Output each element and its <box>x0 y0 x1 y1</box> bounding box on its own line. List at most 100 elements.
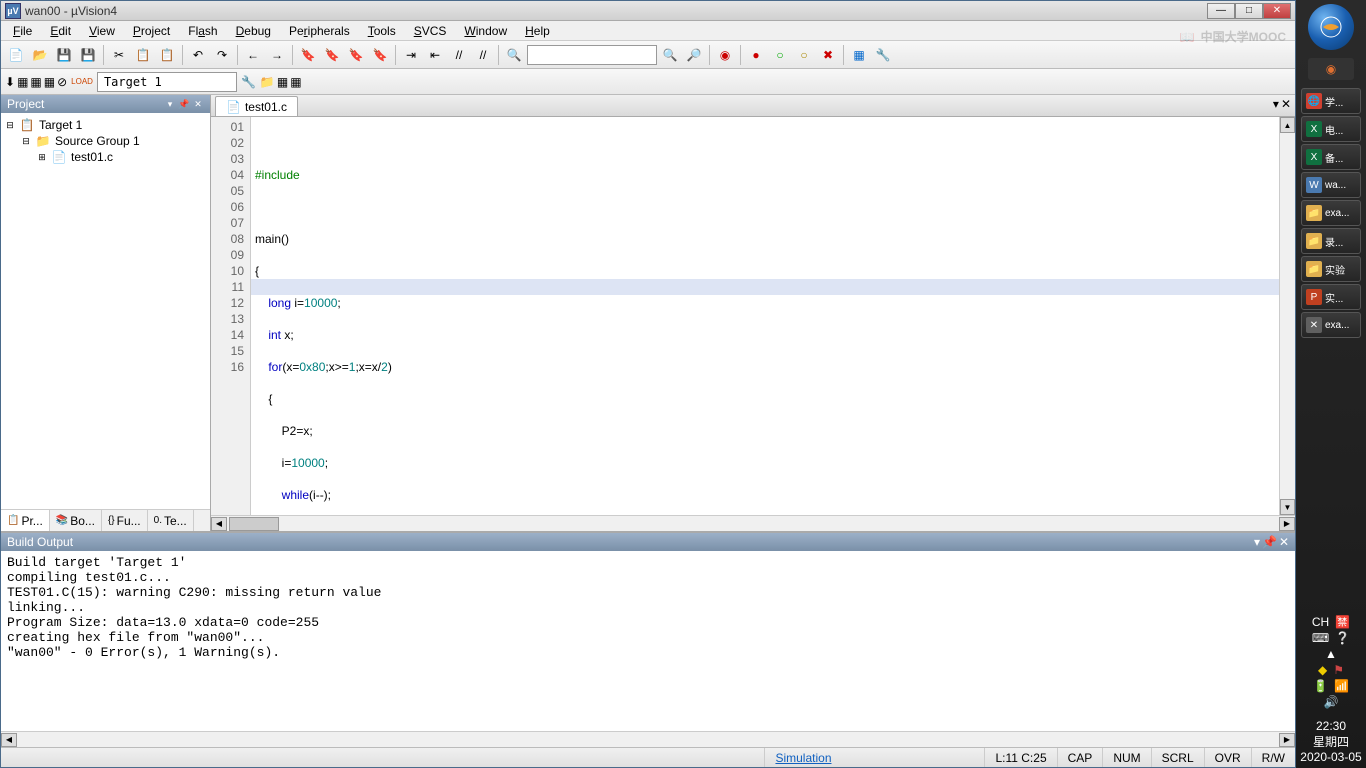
tray-volume-icon[interactable]: 🔊 <box>1324 695 1339 709</box>
menu-flash[interactable]: Flash <box>180 22 225 40</box>
tree-target[interactable]: ⊟ 📋 Target 1 <box>5 117 206 133</box>
tray-flag-icon[interactable]: ⚑ <box>1333 663 1344 677</box>
menu-window[interactable]: Window <box>456 22 515 40</box>
indent-icon[interactable]: ⇥ <box>400 44 422 66</box>
menu-help[interactable]: Help <box>517 22 558 40</box>
find-in-files-icon[interactable]: 🔍 <box>503 44 525 66</box>
target-combo[interactable]: Target 1 <box>97 72 237 92</box>
taskbar-item[interactable]: P实... <box>1301 284 1361 310</box>
project-tree[interactable]: ⊟ 📋 Target 1 ⊟ 📁 Source Group 1 ⊞ 📄 test… <box>1 113 210 509</box>
code-area[interactable]: #include main() { long i=10000; int x; f… <box>251 117 1279 515</box>
tree-file[interactable]: ⊞ 📄 test01.c <box>5 149 206 165</box>
build-close-icon[interactable]: ✕ <box>1279 535 1289 549</box>
breakpoint-kill-icon[interactable]: ✖ <box>817 44 839 66</box>
new-file-icon[interactable]: 📄 <box>5 44 27 66</box>
tray-up-icon[interactable]: ▲ <box>1325 647 1337 661</box>
open-file-icon[interactable]: 📂 <box>29 44 51 66</box>
tray-ch-label[interactable]: CH <box>1312 615 1329 629</box>
menu-peripherals[interactable]: Peripherals <box>281 22 358 40</box>
find-combo[interactable] <box>527 45 657 65</box>
taskbar-item[interactable]: X备... <box>1301 144 1361 170</box>
editor-tab-active[interactable]: 📄 test01.c <box>215 96 298 116</box>
breakpoint-enable-icon[interactable]: ○ <box>769 44 791 66</box>
title-bar[interactable]: µV wan00 - µVision4 — □ ✕ <box>1 1 1295 21</box>
tab-project[interactable]: 📋Pr... <box>1 510 50 531</box>
bookmark-prev-icon[interactable]: 🔖 <box>321 44 343 66</box>
taskbar-item[interactable]: 🌐学... <box>1301 88 1361 114</box>
tray-help-icon[interactable]: ❔ <box>1335 631 1350 645</box>
tray-action-icon[interactable]: ◆ <box>1318 663 1327 677</box>
translate-icon[interactable]: ⬇ <box>5 75 15 89</box>
options-icon[interactable]: 🔧 <box>241 75 256 89</box>
undo-icon[interactable]: ↶ <box>187 44 209 66</box>
horizontal-scrollbar[interactable]: ◀ ▶ <box>211 515 1295 531</box>
task-switcher-icon[interactable]: ◉ <box>1308 58 1354 80</box>
menu-debug[interactable]: Debug <box>228 22 279 40</box>
menu-project[interactable]: Project <box>125 22 178 40</box>
copy-icon[interactable]: 📋 <box>132 44 154 66</box>
menu-svcs[interactable]: SVCS <box>406 22 455 40</box>
comment-icon[interactable]: // <box>448 44 470 66</box>
cut-icon[interactable]: ✂ <box>108 44 130 66</box>
bookmark-clear-icon[interactable]: 🔖 <box>369 44 391 66</box>
menu-tools[interactable]: Tools <box>360 22 404 40</box>
tray-keyboard-icon[interactable]: ⌨ <box>1312 631 1329 645</box>
menu-edit[interactable]: Edit <box>42 22 79 40</box>
bookmark-icon[interactable]: 🔖 <box>297 44 319 66</box>
build-scroll-left-icon[interactable]: ◀ <box>1 733 17 747</box>
nav-back-icon[interactable]: ← <box>242 44 264 66</box>
rebuild-icon[interactable]: ▦ <box>30 75 41 89</box>
minimize-button[interactable]: — <box>1207 3 1235 19</box>
build-dropdown-icon[interactable]: ▾ <box>1254 535 1260 549</box>
scroll-right-icon[interactable]: ▶ <box>1279 517 1295 531</box>
scroll-up-icon[interactable]: ▲ <box>1280 117 1295 133</box>
close-button[interactable]: ✕ <box>1263 3 1291 19</box>
taskbar-item[interactable]: 📁录... <box>1301 228 1361 254</box>
build-pin-icon[interactable]: 📌 <box>1262 535 1277 549</box>
nav-fwd-icon[interactable]: → <box>266 44 288 66</box>
build-scroll-right-icon[interactable]: ▶ <box>1279 733 1295 747</box>
build-hscroll[interactable]: ◀ ▶ <box>1 731 1295 747</box>
find-icon[interactable]: 🔍 <box>659 44 681 66</box>
taskbar-item[interactable]: 📁exa... <box>1301 200 1361 226</box>
tray-battery-icon[interactable]: 🔋 <box>1313 679 1328 693</box>
vertical-scrollbar[interactable]: ▲ ▼ <box>1279 117 1295 515</box>
menu-file[interactable]: File <box>5 22 40 40</box>
tab-books[interactable]: 📚Bo... <box>50 510 102 531</box>
panel-pin-icon[interactable]: 📌 <box>178 98 190 110</box>
save-icon[interactable]: 💾 <box>53 44 75 66</box>
debug-icon[interactable]: ◉ <box>714 44 736 66</box>
breakpoint-disable-icon[interactable]: ○ <box>793 44 815 66</box>
incremental-find-icon[interactable]: 🔎 <box>683 44 705 66</box>
taskbar-item[interactable]: Wwa... <box>1301 172 1361 198</box>
taskbar-clock[interactable]: 22:30 星期四 2020-03-05 <box>1300 715 1361 768</box>
outdent-icon[interactable]: ⇤ <box>424 44 446 66</box>
taskbar-item[interactable]: 📁实验 <box>1301 256 1361 282</box>
taskbar-item[interactable]: ✕exa... <box>1301 312 1361 338</box>
maximize-button[interactable]: □ <box>1235 3 1263 19</box>
tree-group[interactable]: ⊟ 📁 Source Group 1 <box>5 133 206 149</box>
window-icon[interactable]: ▦ <box>848 44 870 66</box>
menu-view[interactable]: View <box>81 22 123 40</box>
panel-dropdown-icon[interactable]: ▾ <box>164 98 176 110</box>
taskbar-item[interactable]: X电... <box>1301 116 1361 142</box>
editor-content[interactable]: 01020304050607080910111213141516 #includ… <box>211 117 1295 515</box>
scroll-thumb[interactable] <box>229 517 279 531</box>
breakpoint-insert-icon[interactable]: ● <box>745 44 767 66</box>
tab-close-icon[interactable]: ✕ <box>1281 97 1291 111</box>
build-icon[interactable]: ▦ <box>17 75 28 89</box>
tray-network-icon[interactable]: 📶 <box>1334 679 1349 693</box>
panel-close-icon[interactable]: ✕ <box>192 98 204 110</box>
save-all-icon[interactable]: 💾 <box>77 44 99 66</box>
download-icon[interactable]: LOAD <box>71 77 93 86</box>
batch-build-icon[interactable]: ▦ <box>44 75 55 89</box>
tab-dropdown-icon[interactable]: ▾ <box>1273 97 1279 111</box>
stop-build-icon[interactable]: ⊘ <box>57 75 67 89</box>
tray-ime-icon[interactable]: 🈲 <box>1335 615 1350 629</box>
uncomment-icon[interactable]: // <box>472 44 494 66</box>
scroll-down-icon[interactable]: ▼ <box>1280 499 1295 515</box>
tab-templates[interactable]: 0.Te... <box>148 510 194 531</box>
paste-icon[interactable]: 📋 <box>156 44 178 66</box>
bookmark-next-icon[interactable]: 🔖 <box>345 44 367 66</box>
redo-icon[interactable]: ↷ <box>211 44 233 66</box>
